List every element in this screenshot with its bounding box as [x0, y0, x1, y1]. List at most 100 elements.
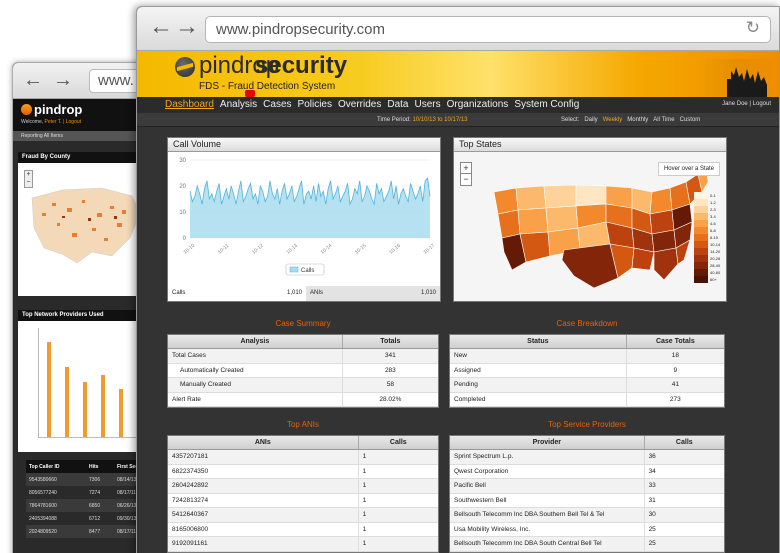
hover-hint: Hover over a State	[657, 162, 720, 176]
period-option-daily[interactable]: Daily	[584, 117, 597, 123]
bar	[65, 367, 69, 437]
pindrop-logo-icon	[21, 104, 32, 115]
table-row[interactable]: Pending 41	[450, 378, 724, 393]
table-row[interactable]: Usa Mobility Wireless, Inc. 25	[450, 522, 724, 537]
column-header[interactable]: Status	[450, 335, 627, 348]
period-option-monthly[interactable]: Monthly	[627, 117, 648, 123]
nav-data[interactable]: Data	[387, 99, 408, 110]
call-volume-footer: Calls 1,010 ANIs 1,010	[168, 286, 440, 301]
table-row[interactable]: 8165006800 1	[168, 522, 438, 537]
column-header[interactable]: Calls	[359, 436, 438, 449]
legend-swatch: 28-40	[694, 262, 720, 269]
column-header[interactable]: Analysis	[168, 335, 343, 348]
us-states-map[interactable]: + − Hover over a State 0-1 1-2 2-3 3-4 4-6 6-…	[454, 152, 726, 301]
case-breakdown-table: Status Case Totals New 18 Assigned 9 Pendi…	[449, 334, 725, 408]
x-tick-label: 10-14	[320, 243, 334, 256]
table-row[interactable]: Bellsouth Telecomm Inc DBA South Central…	[450, 537, 724, 552]
table-row[interactable]: Assigned 9	[450, 363, 724, 378]
table-row[interactable]: 9543580660 7306 08/14/13	[26, 473, 150, 486]
column-header[interactable]: Provider	[450, 436, 645, 449]
legend-label: Calls	[301, 268, 314, 274]
legend-swatch: 4-6	[694, 220, 716, 227]
nav-system-config[interactable]: System Config	[514, 99, 579, 110]
browser-chrome: ← → www.pindropsecurity.com ↻	[137, 7, 779, 51]
anis-total: ANIs 1,010	[306, 286, 440, 301]
legend-label: 60+	[710, 277, 717, 282]
table-row[interactable]: 7242813274 1	[168, 493, 438, 508]
case-breakdown-title: Case Breakdown	[556, 319, 618, 328]
case-summary-title: Case Summary	[275, 319, 331, 328]
calls-area[interactable]	[190, 178, 430, 238]
user-logout-link[interactable]: Jane Doe | Logout	[722, 101, 771, 107]
top-states-panel: Top States + − Hover over a State 0-1 1-…	[453, 137, 727, 302]
column-header[interactable]: Case Totals	[627, 335, 724, 348]
legend-swatch: 3-4	[694, 213, 716, 220]
table-row[interactable]: Southwestern Bell 31	[450, 493, 724, 508]
zoom-controls[interactable]: + −	[24, 170, 33, 188]
bar	[101, 375, 105, 437]
nav-cases[interactable]: Cases	[263, 99, 291, 110]
x-tick-label: 10-10	[183, 243, 197, 256]
map-zoom-controls[interactable]: + −	[460, 162, 472, 186]
top-anis-title: Top ANIs	[286, 420, 319, 429]
table-row[interactable]: 7864781600 6850 06/26/13	[26, 499, 150, 512]
table-row[interactable]: 6822374350 1	[168, 464, 438, 479]
period-option-weekly[interactable]: Weekly	[603, 117, 623, 123]
table-row[interactable]: New 18	[450, 349, 724, 364]
panel-title: Call Volume	[168, 138, 440, 152]
x-tick-label: 10-15	[354, 243, 368, 256]
table-row[interactable]: Bellsouth Telecomm Inc DBA Southern Bell…	[450, 508, 724, 523]
panel-title: Top Network Providers Used	[18, 310, 150, 321]
zoom-out-icon[interactable]: −	[461, 174, 471, 185]
legend-swatch: 10-14	[694, 241, 720, 248]
table-row[interactable]: Alert Rate 28.02%	[168, 392, 438, 407]
table-row[interactable]: Completed 273	[450, 392, 724, 407]
table-row[interactable]: Automatically Created 283	[168, 363, 438, 378]
nav-overrides[interactable]: Overrides	[338, 99, 381, 110]
table-row[interactable]: 8056577240 7274 08/17/11	[26, 486, 150, 499]
table-row[interactable]: 2604242892 1	[168, 479, 438, 494]
table-header: Provider Calls	[450, 436, 724, 450]
table-row[interactable]: 2024809520 8477 08/17/11	[26, 525, 150, 538]
table-row[interactable]: Total Cases 341	[168, 349, 438, 364]
legend-label: 20-28	[710, 256, 721, 261]
panel-title: Top States	[454, 138, 726, 152]
column-header[interactable]: ANIs	[168, 436, 359, 449]
address-bar[interactable]: www.pindropsecurity.com ↻	[205, 16, 771, 43]
nav-analysis[interactable]: Analysis	[220, 99, 257, 110]
zoom-in-icon[interactable]: +	[461, 163, 471, 174]
table-row[interactable]: 5412640367 1	[168, 508, 438, 523]
nav-organizations[interactable]: Organizations	[447, 99, 509, 110]
table-row[interactable]: Manually Created 58	[168, 378, 438, 393]
period-option-all-time[interactable]: All Time	[653, 117, 674, 123]
logo-security: security	[255, 52, 348, 79]
back-forward-icons[interactable]: ←→	[23, 69, 83, 92]
nav-items: Dashboard Analysis Cases Policies Overri…	[165, 99, 579, 110]
url-text: www.pindropsecurity.com	[216, 21, 385, 38]
nav-policies[interactable]: Policies	[298, 99, 332, 110]
forward-arrow-icon[interactable]: →	[175, 15, 199, 39]
table-row[interactable]: Qwest Corporation 34	[450, 464, 724, 479]
call-volume-chart[interactable]: 30 20 10 0 10-10 10-11 10-12 10-13 10-14 10-15 10-…	[168, 152, 440, 282]
legend-swatch: 0-1	[694, 192, 716, 199]
column-header[interactable]: Calls	[645, 436, 724, 449]
table-row[interactable]: Pacific Bell 33	[450, 479, 724, 494]
county-map[interactable]: + −	[22, 168, 146, 288]
reload-icon[interactable]: ↻	[746, 18, 760, 38]
back-arrow-icon[interactable]: ←	[149, 15, 173, 39]
table-row[interactable]: Sprint Spectrum L.p. 36	[450, 450, 724, 465]
table-header: Top Caller ID Hits First Seen	[26, 460, 150, 473]
column-header[interactable]: Totals	[343, 335, 438, 348]
period-option-custom[interactable]: Custom	[680, 117, 701, 123]
main-nav: Dashboard Analysis Cases Policies Overri…	[137, 97, 779, 113]
x-tick-label: 10-11	[217, 243, 231, 256]
call-volume-svg: 30 20 10 010-10 10-11 10-12 10-13 10-14 10-15 10-…	[179, 158, 436, 276]
nav-dashboard[interactable]: Dashboard	[165, 99, 214, 110]
bar	[83, 382, 87, 437]
nav-users[interactable]: Users	[414, 99, 440, 110]
table-row[interactable]: 4357207181 1	[168, 450, 438, 465]
table-header: Analysis Totals	[168, 335, 438, 349]
table-row[interactable]: 9192091161 1	[168, 537, 438, 552]
panel-title: Fraud By County	[18, 152, 150, 163]
table-row[interactable]: 2405394088 6712 09/30/13	[26, 512, 150, 525]
